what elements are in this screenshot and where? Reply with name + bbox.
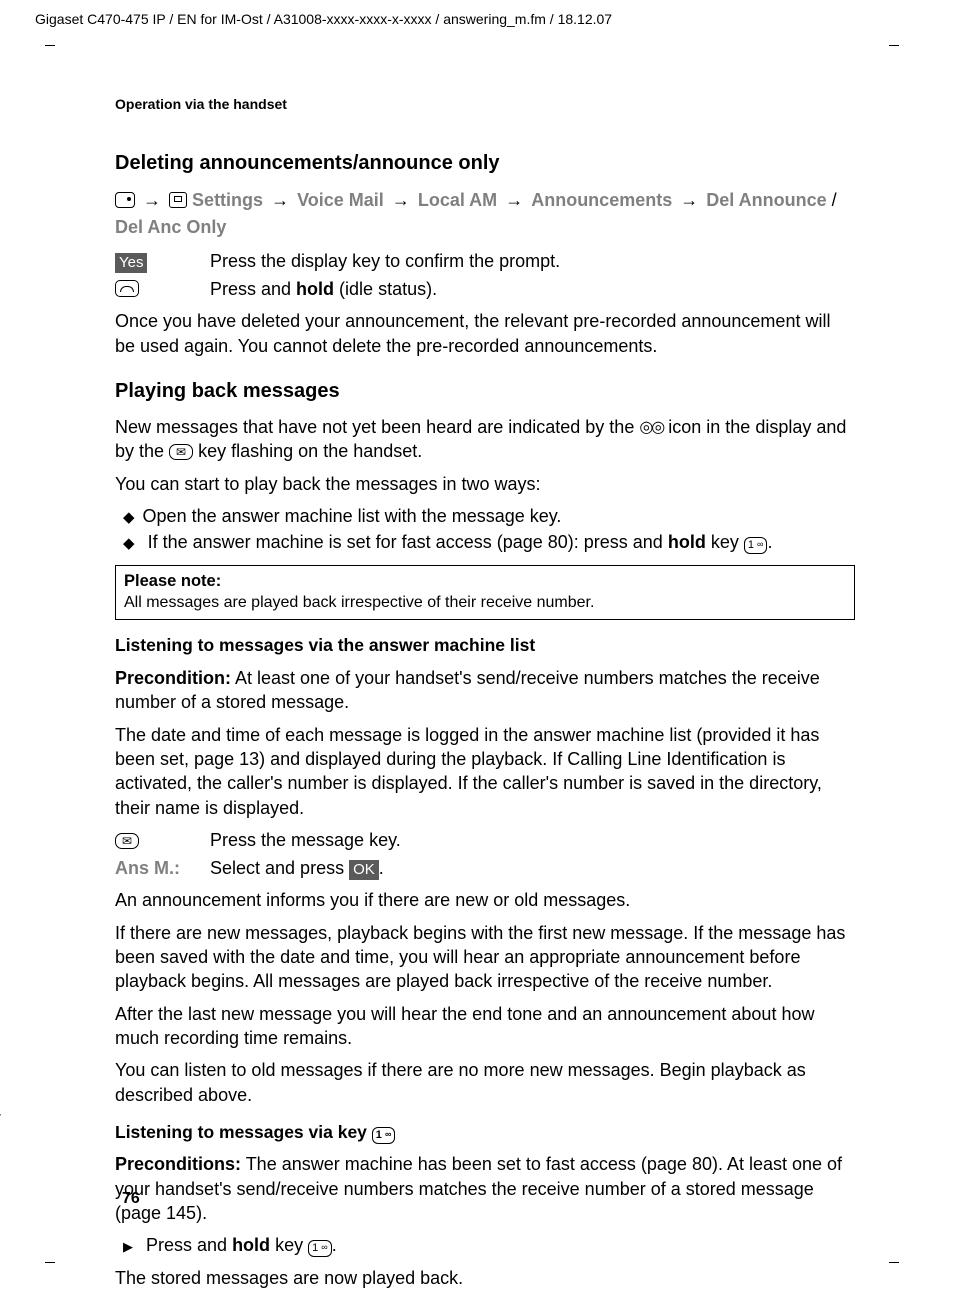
nav-key-icon [115, 192, 135, 208]
step-hold-key1: Press and hold key . [123, 1233, 855, 1257]
sec2-p5: If there are new messages, playback begi… [115, 921, 855, 994]
nav-voicemail: Voice Mail [297, 190, 384, 210]
hangup-instruction: Press and hold (idle status). [210, 277, 855, 301]
ok-softkey: OK [349, 860, 379, 880]
yes-softkey: Yes [115, 253, 147, 273]
subhead-key1: Listening to messages via key [115, 1121, 855, 1145]
sec2-p2: You can start to play back the messages … [115, 472, 855, 496]
way-2: If the answer machine is set for fast ac… [123, 530, 855, 554]
way-1: Open the answer machine list with the me… [123, 504, 855, 528]
precondition-1: Precondition: At least one of your hands… [115, 666, 855, 715]
key-1-icon-3 [308, 1240, 332, 1257]
step-list: Press and hold key . [115, 1233, 855, 1257]
sec1-note: Once you have deleted your announcement,… [115, 309, 855, 358]
crop-mark-br [889, 1262, 899, 1263]
page-content: Operation via the handset Deleting annou… [115, 95, 855, 1298]
ways-list: Open the answer machine list with the me… [115, 504, 855, 555]
row-msgkey: ✉ Press the message key. [115, 828, 855, 852]
subhead-list: Listening to messages via the answer mac… [115, 634, 855, 658]
msgkey-instruction: Press the message key. [210, 828, 855, 852]
row-hangup: Press and hold (idle status). [115, 277, 855, 301]
hangup-key-icon [115, 280, 139, 297]
sec2-p3: The date and time of each message is log… [115, 723, 855, 820]
crop-mark-tl [45, 45, 55, 46]
nav-path: → Settings → Voice Mail → Local AM → Ann… [115, 187, 855, 241]
ansm-instruction: Select and press OK. [210, 856, 855, 880]
message-key-icon-2: ✉ [115, 833, 139, 849]
nav-settings: Settings [192, 190, 263, 210]
running-head: Operation via the handset [115, 95, 855, 114]
version-footer: Version 2.1, 08.01.2007 [0, 1017, 5, 1207]
section-title-playing: Playing back messages [115, 378, 855, 405]
precondition-2: Preconditions: The answer machine has be… [115, 1152, 855, 1225]
sec2-p8: The stored messages are now played back. [115, 1266, 855, 1290]
key-1-icon-2 [372, 1127, 396, 1144]
ansm-label: Ans M.: [115, 858, 180, 878]
nav-delannounce: Del Announce [706, 190, 826, 210]
sec2-p1: New messages that have not yet been hear… [115, 415, 855, 464]
page-number: 76 [122, 1188, 140, 1210]
section-title-deleting: Deleting announcements/announce only [115, 150, 855, 177]
note-body: All messages are played back irrespectiv… [124, 592, 846, 614]
nav-localam: Local AM [418, 190, 497, 210]
key-1-icon [744, 537, 768, 554]
row-yes: Yes Press the display key to confirm the… [115, 249, 855, 273]
yes-instruction: Press the display key to confirm the pro… [210, 249, 855, 273]
nav-announcements: Announcements [531, 190, 672, 210]
row-ansm: Ans M.: Select and press OK. [115, 856, 855, 880]
note-box: Please note: All messages are played bac… [115, 565, 855, 621]
settings-icon [169, 192, 187, 208]
sec2-p6: After the last new message you will hear… [115, 1002, 855, 1051]
note-title: Please note: [124, 570, 846, 592]
nav-delanconly: Del Anc Only [115, 217, 226, 237]
sec2-p4: An announcement informs you if there are… [115, 888, 855, 912]
doc-header: Gigaset C470-475 IP / EN for IM-Ost / A3… [35, 10, 919, 29]
new-msg-icon: ◎◎ [639, 419, 663, 436]
message-key-icon: ✉ [169, 444, 193, 460]
sec2-p7: You can listen to old messages if there … [115, 1058, 855, 1107]
crop-mark-bl [45, 1262, 55, 1263]
crop-mark-tr [889, 45, 899, 46]
